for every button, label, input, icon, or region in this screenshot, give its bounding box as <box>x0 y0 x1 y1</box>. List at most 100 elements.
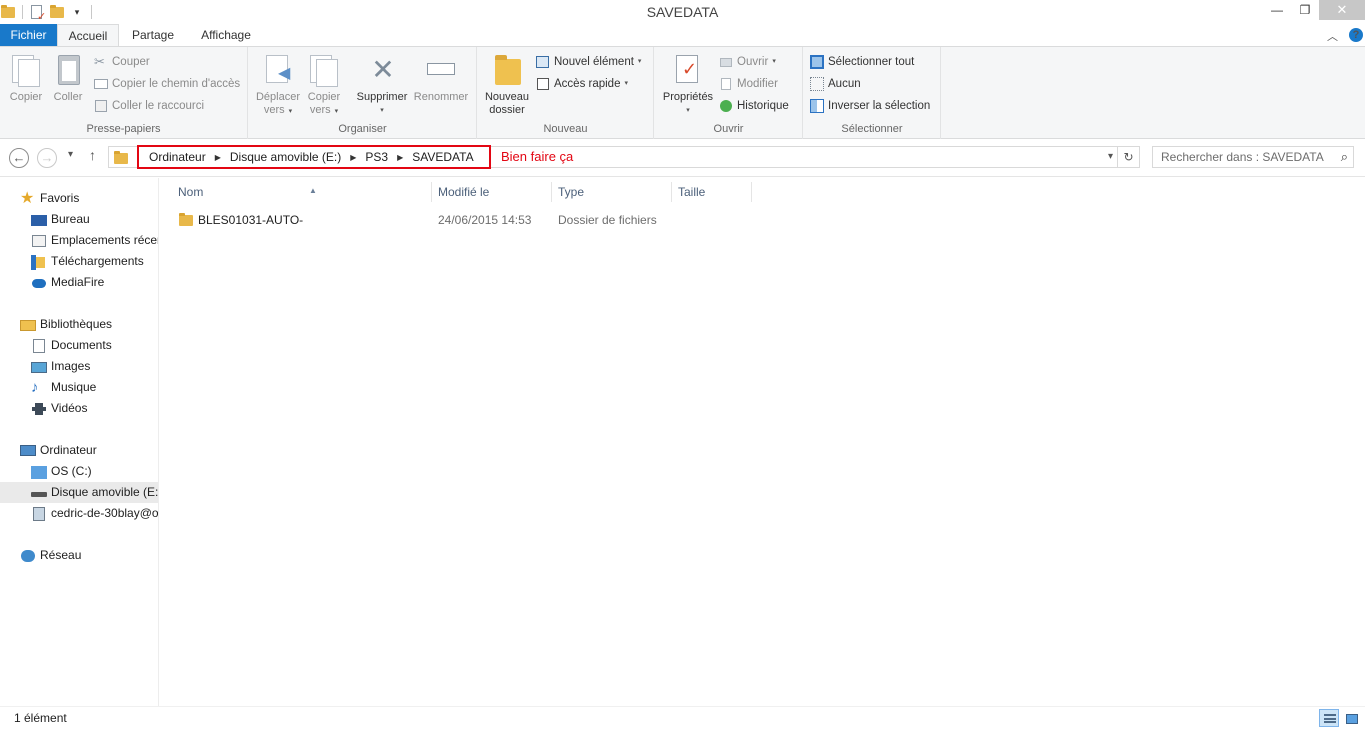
column-header-modified[interactable]: Modifié le <box>432 182 552 202</box>
tab-view[interactable]: Affichage <box>190 24 262 46</box>
address-bar[interactable]: Ordinateur ▶ Disque amovible (E:) ▶ PS3 … <box>108 145 1140 169</box>
help-icon[interactable]: ? <box>1349 28 1363 42</box>
forward-button[interactable]: → <box>37 148 57 168</box>
address-dropdown-icon[interactable]: ▾ <box>1108 151 1113 162</box>
restore-button[interactable]: ❐ <box>1291 0 1319 20</box>
paste-button[interactable]: Coller <box>48 51 88 104</box>
copy-label: Copier <box>9 91 43 103</box>
cut-button[interactable]: ✂ Couper <box>94 52 150 72</box>
column-header-type[interactable]: Type <box>552 182 672 202</box>
breadcrumb-savedata[interactable]: SAVEDATA <box>412 150 473 164</box>
copy-path-button[interactable]: Copier le chemin d'accès <box>94 74 240 94</box>
copy-button[interactable]: Copier <box>6 51 46 104</box>
music-icon: ♪ <box>31 378 39 396</box>
select-none-button[interactable]: Aucun <box>810 74 861 94</box>
copy-icon <box>10 53 42 87</box>
refresh-icon[interactable]: ↻ <box>1117 147 1139 167</box>
new-folder-label-2: dossier <box>489 104 525 116</box>
recent-locations-icon[interactable]: ▾ <box>68 149 73 160</box>
copy-path-icon <box>94 77 108 91</box>
large-icons-view-button[interactable] <box>1341 709 1361 727</box>
nav-documents[interactable]: Documents <box>31 335 112 356</box>
nav-favorites[interactable]: ★ Favoris <box>20 188 79 209</box>
nav-images[interactable]: Images <box>31 356 90 377</box>
history-button[interactable]: Historique <box>719 96 789 116</box>
chevron-right-icon[interactable]: ▶ <box>215 153 221 162</box>
nav-music[interactable]: ♪ Musique <box>31 377 96 398</box>
invert-selection-button[interactable]: Inverser la sélection <box>810 96 930 116</box>
chevron-right-icon[interactable]: ▶ <box>350 153 356 162</box>
edit-button[interactable]: Modifier <box>719 74 778 94</box>
paste-icon <box>52 53 84 87</box>
tab-file[interactable]: Fichier <box>0 24 57 46</box>
breadcrumb-ordinateur[interactable]: Ordinateur <box>149 150 206 164</box>
column-header-name[interactable]: Nom ▲ <box>172 182 432 202</box>
paste-label: Coller <box>53 91 83 103</box>
tab-home[interactable]: Accueil <box>57 24 119 46</box>
copy-to-label-2: vers ▾ <box>309 104 339 116</box>
recent-places-icon <box>31 233 47 249</box>
search-box[interactable]: ⌕ <box>1152 146 1354 168</box>
nav-videos[interactable]: Vidéos <box>31 398 87 419</box>
breadcrumb-ps3[interactable]: PS3 <box>365 150 388 164</box>
close-button[interactable]: ✕ <box>1319 0 1365 20</box>
collapse-ribbon-icon[interactable]: ︿ <box>1327 28 1338 44</box>
new-folder-icon <box>491 53 523 87</box>
new-item-button[interactable]: Nouvel élément ▾ <box>536 52 641 72</box>
easy-access-button[interactable]: Accès rapide ▾ <box>536 74 628 94</box>
paste-shortcut-button[interactable]: Coller le raccourci <box>94 96 204 116</box>
chevron-right-icon[interactable]: ▶ <box>397 153 403 162</box>
column-header-size[interactable]: Taille <box>672 182 752 202</box>
nav-recent-places[interactable]: Emplacements récents <box>31 230 158 251</box>
column-header-label: Nom <box>178 185 204 199</box>
delete-label: Supprimer <box>356 91 408 103</box>
delete-dropdown-icon[interactable]: ▾ <box>353 104 411 117</box>
libraries-icon <box>20 317 36 333</box>
back-button[interactable]: ← <box>9 148 29 168</box>
rename-icon <box>425 53 457 87</box>
nav-label: Réseau <box>40 548 82 562</box>
edit-label: Modifier <box>737 78 778 90</box>
nav-label: Téléchargements <box>51 254 144 268</box>
history-label: Historique <box>737 100 789 112</box>
open-label: Ouvrir <box>737 56 769 68</box>
nav-mediafire[interactable]: MediaFire <box>31 272 104 293</box>
nav-libraries[interactable]: Bibliothèques <box>20 314 112 335</box>
nav-os-c[interactable]: OS (C:) <box>31 461 92 482</box>
up-arrow-icon[interactable]: ↑ <box>89 147 96 163</box>
status-bar: 1 élément <box>0 706 1365 729</box>
select-all-icon <box>810 55 824 69</box>
file-row[interactable]: BLES01031-AUTO- 24/06/2015 14:53 Dossier… <box>172 210 752 230</box>
search-icon[interactable]: ⌕ <box>1341 149 1348 165</box>
open-button[interactable]: Ouvrir ▾ <box>719 52 776 72</box>
nav-label: Images <box>51 359 91 373</box>
details-view-button[interactable] <box>1319 709 1339 727</box>
nav-computer[interactable]: Ordinateur <box>20 440 97 461</box>
windows-drive-icon <box>31 464 47 480</box>
column-header-label: Taille <box>678 185 706 199</box>
breadcrumb-disque-amovible[interactable]: Disque amovible (E:) <box>230 150 341 164</box>
group-new: Nouveau dossier Nouvel élément ▾ Accès ra… <box>478 47 654 139</box>
cut-label: Couper <box>112 56 150 68</box>
nav-network[interactable]: Réseau <box>20 545 81 566</box>
tab-share[interactable]: Partage <box>121 24 185 46</box>
delete-button[interactable]: ✕ Supprimer ▾ <box>353 51 411 117</box>
nav-downloads[interactable]: Téléchargements <box>31 251 144 272</box>
nav-removable-drive[interactable]: Disque amovible (E:) <box>0 482 158 503</box>
nav-label: Ordinateur <box>40 443 97 457</box>
new-folder-button[interactable]: Nouveau dossier <box>482 51 532 117</box>
minimize-button[interactable]: — <box>1263 0 1291 20</box>
network-drive-icon <box>31 506 47 522</box>
folder-icon <box>178 212 194 228</box>
copy-to-button[interactable]: Copier vers ▾ <box>301 51 347 118</box>
nav-network-drive[interactable]: cedric-de-30blay@o <box>31 503 158 524</box>
nav-desktop[interactable]: Bureau <box>31 209 90 230</box>
move-to-button[interactable]: ◀ Déplacer vers ▾ <box>255 51 301 118</box>
properties-dropdown-icon[interactable]: ▾ <box>659 104 717 117</box>
group-label-new: Nouveau <box>543 123 588 135</box>
search-input[interactable] <box>1153 147 1333 167</box>
select-all-button[interactable]: Sélectionner tout <box>810 52 914 72</box>
ribbon: Copier Coller ✂ Couper Copier le chemin … <box>0 46 1365 139</box>
properties-button[interactable]: ✓ Propriétés ▾ <box>659 51 717 117</box>
rename-button[interactable]: Renommer <box>411 51 471 104</box>
